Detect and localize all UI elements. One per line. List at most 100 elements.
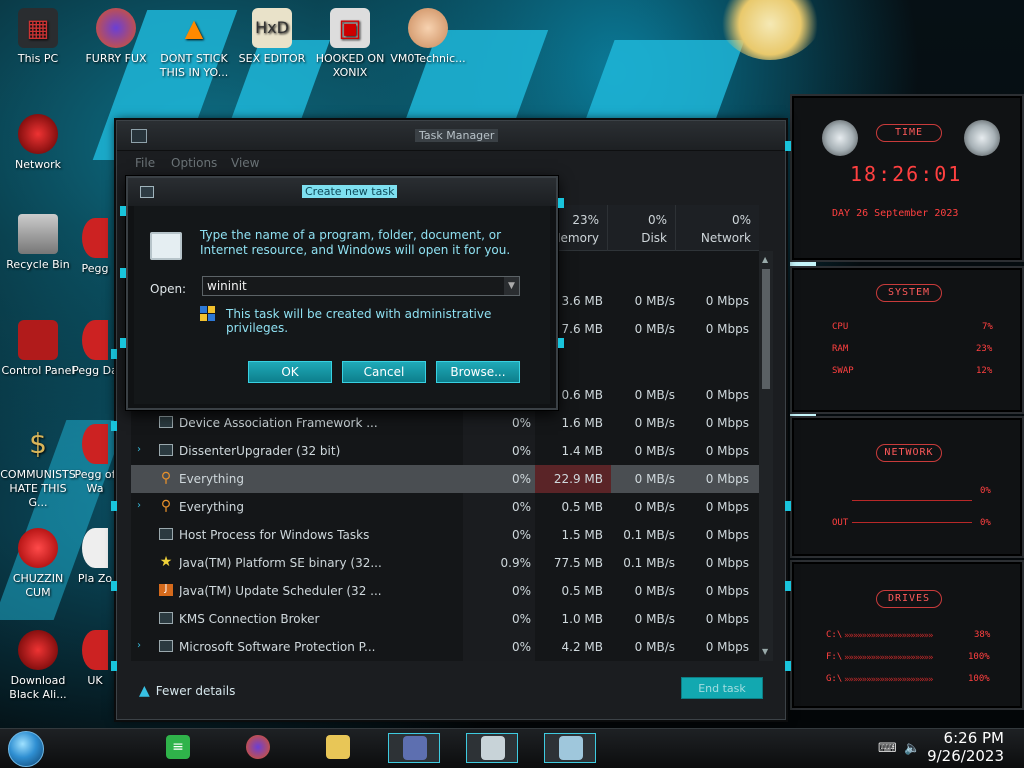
swap-label: SWAP — [832, 366, 854, 376]
column-disk[interactable]: 0% Disk — [607, 205, 675, 251]
desktop-icon-communists[interactable]: $ COMMUNISTS HATE THIS G... — [0, 424, 76, 510]
dialog-title: Create new task — [302, 185, 398, 198]
process-list-scrollbar[interactable]: ▲ ▼ — [759, 251, 773, 661]
table-row[interactable]: Host Process for Windows Tasks 0% 1.5 MB 0.… — [131, 521, 759, 549]
task-manager-footer: ▲ Fewer details End task — [117, 669, 785, 719]
taskbar-control[interactable] — [388, 733, 440, 763]
process-name: Java(TM) Platform SE binary (32... — [179, 556, 382, 570]
table-row[interactable]: › DissenterUpgrader (32 bit) 0% 1.4 MB 0 MB/… — [131, 437, 759, 465]
table-row[interactable]: Device Association Framework ... 0% 1.6 MB… — [131, 409, 759, 437]
hxd-icon: HxD — [252, 8, 292, 48]
process-disk: 0 MB/s — [634, 584, 675, 598]
firefox-icon — [96, 8, 136, 48]
scroll-down-arrow-icon[interactable]: ▼ — [762, 647, 770, 657]
dialog-titlebar[interactable]: Create new task — [128, 178, 556, 206]
desktop-icon-network[interactable]: Network — [0, 114, 76, 172]
open-label: Open: — [150, 282, 187, 296]
create-new-task-dialog: Create new task Type the name of a progr… — [120, 176, 564, 410]
frame-accent — [111, 421, 117, 431]
process-cpu: 0% — [511, 612, 531, 626]
menu-view[interactable]: View — [231, 156, 259, 170]
scroll-up-arrow-icon[interactable]: ▲ — [762, 255, 770, 265]
taskbar-run[interactable] — [544, 733, 596, 763]
process-memory: 1.6 MB — [561, 416, 603, 430]
table-row[interactable]: ⚲ Everything 0% 22.9 MB 0 MB/s 0 Mbps — [131, 465, 759, 493]
network-graph — [852, 522, 972, 523]
menu-options[interactable]: Options — [171, 156, 217, 170]
desktop-icon-hooked-on-xonix[interactable]: ▣ HOOKED ON XONIX — [312, 8, 388, 80]
peggle-icon — [82, 320, 108, 360]
task-manager-icon — [131, 129, 147, 143]
xonix-icon: ▣ — [330, 8, 370, 48]
browse-button[interactable]: Browse... — [436, 361, 520, 383]
open-input[interactable] — [202, 276, 520, 296]
taskbar-notes[interactable]: ≡ — [152, 733, 204, 763]
expand-chevron-icon[interactable]: › — [137, 444, 141, 455]
desktop-icon-vm0technic[interactable]: VM0Technic... — [390, 8, 466, 66]
recycle-bin-icon — [18, 214, 58, 254]
keyboard-icon[interactable]: ⌨ — [878, 741, 897, 756]
desktop-icon-this-pc[interactable]: ▦ This PC — [0, 8, 76, 66]
scrollbar-thumb[interactable] — [762, 269, 770, 389]
firefox-icon — [246, 735, 270, 759]
volume-icon[interactable]: 🔈 — [904, 741, 920, 756]
expand-chevron-icon[interactable]: › — [137, 640, 141, 651]
table-row[interactable]: J Java(TM) Update Scheduler (32 ... 0% 0.5 … — [131, 577, 759, 605]
uac-shield-icon — [200, 306, 216, 322]
window-icon — [159, 528, 173, 540]
taskbar-task-manager[interactable] — [466, 733, 518, 763]
dialog-description: Type the name of a program, folder, docu… — [200, 228, 511, 257]
desktop-icon-partial[interactable]: Pla Zo — [72, 528, 118, 586]
process-disk: 0 MB/s — [634, 612, 675, 626]
table-row[interactable]: KMS Connection Broker 0% 1.0 MB 0 MB/s 0 Mbp… — [131, 605, 759, 633]
end-task-button[interactable]: End task — [681, 677, 763, 699]
window-icon — [159, 612, 173, 624]
gadget-date: DAY 26 September 2023 — [832, 208, 959, 219]
start-button[interactable] — [8, 731, 44, 767]
frame-accent — [558, 198, 564, 208]
taskbar-clock[interactable]: 6:26 PM 9/26/2023 — [927, 729, 1004, 765]
taskbar-file-explorer[interactable] — [312, 733, 364, 763]
process-disk: 0 MB/s — [634, 444, 675, 458]
chevron-down-icon[interactable]: ▼ — [504, 277, 519, 295]
system-gadget: SYSTEM CPU 7% RAM 23% SWAP 12% — [790, 266, 1024, 414]
desktop-icon-partial[interactable]: Pegg — [72, 218, 118, 276]
drive-f-label: F:\ — [826, 652, 843, 662]
desktop-icon-partial[interactable]: Pegg of Wa — [72, 424, 118, 496]
desktop-icon-control-panel[interactable]: Control Panel — [0, 320, 76, 378]
process-disk: 0.1 MB/s — [623, 528, 675, 542]
desktop-icon-furry-fux[interactable]: FURRY FUX — [78, 8, 154, 66]
network-graph — [852, 500, 972, 501]
desktop-icon-recycle-bin[interactable]: Recycle Bin — [0, 214, 76, 272]
process-cpu: 0% — [511, 444, 531, 458]
desktop-icon-partial[interactable]: UK — [72, 630, 118, 688]
drive-g-label: G:\ — [826, 674, 843, 684]
table-row[interactable]: › ⚲ Everything 0% 0.5 MB 0 MB/s 0 Mbps — [131, 493, 759, 521]
run-icon — [559, 736, 583, 760]
drive-f-bar: »»»»»»»»»»»»»»»»»»»» — [844, 653, 933, 663]
taskbar: ≡ ⌨ 🔈 6:26 PM 9/26/2023 — [0, 728, 1024, 768]
process-cpu: 0% — [511, 640, 531, 654]
menu-file[interactable]: File — [135, 156, 155, 170]
process-disk: 0 MB/s — [634, 472, 675, 486]
desktop-icon-dont-stick[interactable]: ▲ DONT STICK THIS IN YO... — [156, 8, 232, 80]
taskbar-firefox[interactable] — [232, 733, 284, 763]
process-name: Everything — [179, 500, 244, 514]
app-icon — [82, 630, 108, 670]
process-cpu: 0% — [511, 584, 531, 598]
cancel-button[interactable]: Cancel — [342, 361, 426, 383]
cpu-value: 7% — [982, 322, 993, 332]
desktop-icon-chuzzin[interactable]: CHUZZIN CUM — [0, 528, 76, 600]
ok-button[interactable]: OK — [248, 361, 332, 383]
window-title: Task Manager — [415, 129, 499, 142]
task-manager-titlebar[interactable]: Task Manager — [117, 121, 785, 151]
desktop-icon-sex-editor[interactable]: HxD SEX EDITOR — [234, 8, 310, 66]
column-network[interactable]: 0% Network — [675, 205, 759, 251]
process-memory: 22.9 MB — [553, 472, 603, 486]
process-name: Host Process for Windows Tasks — [179, 528, 370, 542]
expand-chevron-icon[interactable]: › — [137, 500, 141, 511]
desktop-icon-download-black-ali[interactable]: Download Black Ali... — [0, 630, 76, 702]
table-row[interactable]: › Microsoft Software Protection P... 0% 4.2… — [131, 633, 759, 661]
fewer-details-link[interactable]: ▲ Fewer details — [139, 683, 235, 699]
table-row[interactable]: ★ Java(TM) Platform SE binary (32... 0.9% 7… — [131, 549, 759, 577]
